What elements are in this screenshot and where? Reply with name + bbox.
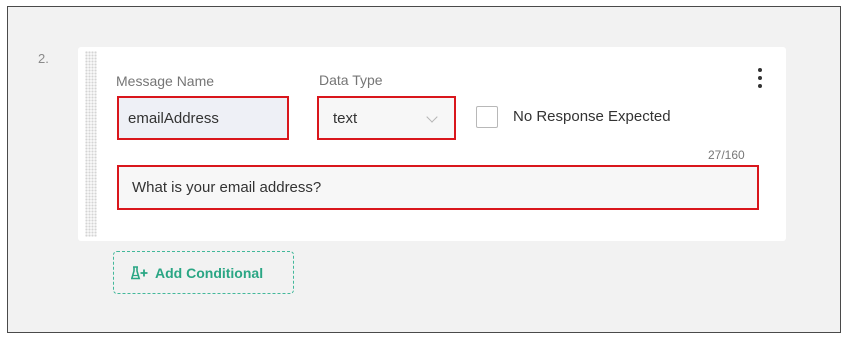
no-response-label: No Response Expected bbox=[513, 108, 671, 125]
message-name-input[interactable]: emailAddress bbox=[117, 96, 289, 140]
character-count: 27/160 bbox=[708, 148, 745, 162]
data-type-select[interactable]: text bbox=[317, 96, 456, 140]
editor-frame: 2. Message Name Data Type emailAddress t… bbox=[7, 6, 841, 333]
data-type-value: text bbox=[333, 109, 358, 127]
flask-plus-icon bbox=[131, 265, 149, 280]
add-conditional-label: Add Conditional bbox=[155, 264, 264, 281]
message-name-value: emailAddress bbox=[128, 109, 219, 127]
drag-handle-icon[interactable] bbox=[85, 51, 97, 237]
message-name-label: Message Name bbox=[116, 73, 215, 89]
step-number: 2. bbox=[38, 51, 49, 66]
add-conditional-button[interactable]: Add Conditional bbox=[113, 251, 294, 294]
message-card: Message Name Data Type emailAddress text… bbox=[78, 47, 786, 241]
no-response-checkbox[interactable] bbox=[476, 106, 498, 128]
message-text-input[interactable]: What is your email address? bbox=[117, 165, 759, 210]
message-text-value: What is your email address? bbox=[132, 179, 322, 196]
kebab-menu-icon[interactable] bbox=[752, 65, 768, 91]
chevron-down-icon bbox=[426, 111, 438, 123]
data-type-label: Data Type bbox=[319, 72, 383, 88]
